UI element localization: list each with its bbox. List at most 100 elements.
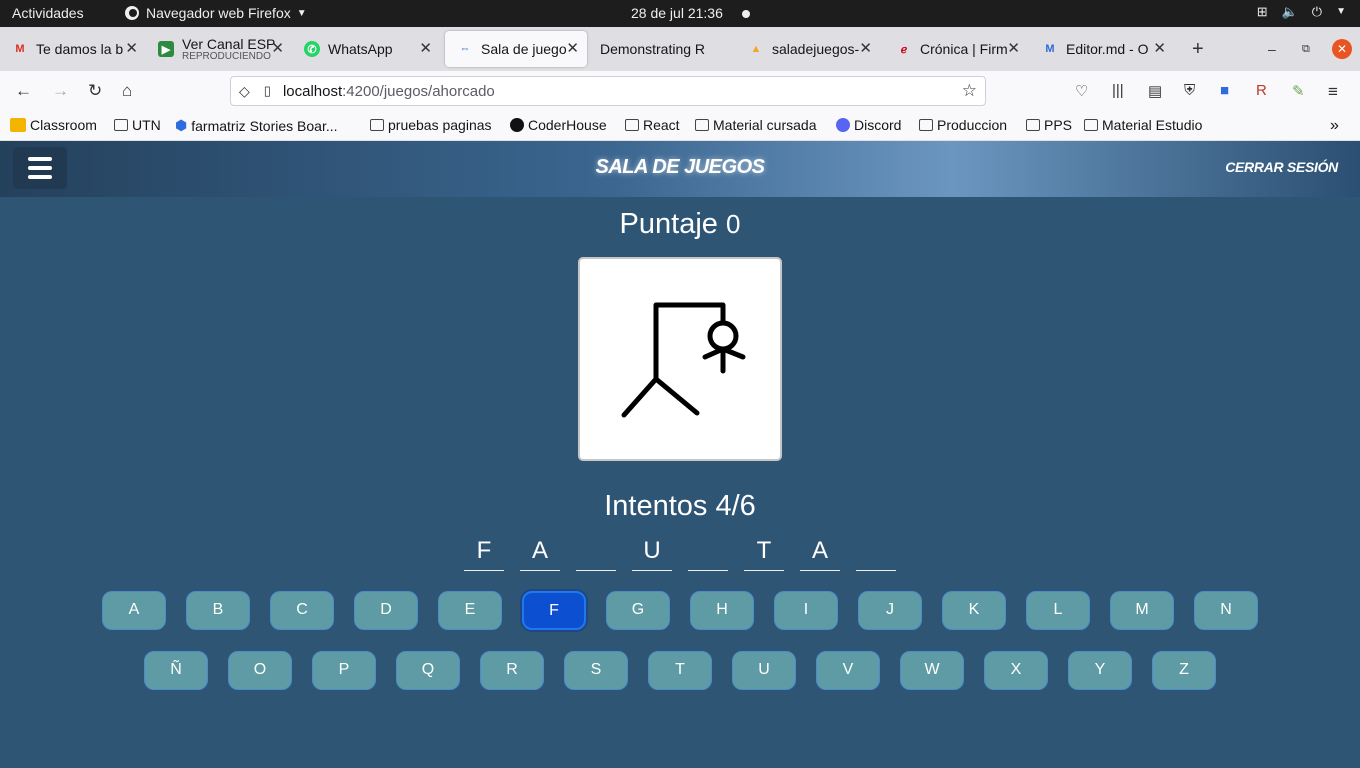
letter-key-button[interactable]: L [1026, 591, 1090, 630]
new-tab-button[interactable]: + [1192, 27, 1204, 71]
editor-icon: M [1045, 43, 1055, 55]
reload-button[interactable]: ↻ [88, 81, 102, 101]
letter-key-button[interactable]: R [480, 651, 544, 690]
letter-key-button[interactable]: O [228, 651, 292, 690]
library-icon[interactable]: ||| [1112, 82, 1124, 99]
logout-button[interactable]: CERRAR SESIÓN [1225, 159, 1338, 175]
home-button[interactable]: ⌂ [122, 81, 132, 101]
sidebar-icon[interactable]: ▤ [1148, 82, 1162, 100]
notification-dot [742, 10, 750, 18]
chevron-down-icon: ▼ [296, 7, 307, 19]
letter-key-button[interactable]: U [732, 651, 796, 690]
tab-sala-de-juegos[interactable]: ⇔ Sala de juego ✕ [445, 31, 587, 67]
letter-key-button[interactable]: C [270, 591, 334, 630]
folder-icon [625, 119, 639, 131]
chevron-right-icon[interactable]: » [1330, 117, 1339, 135]
word-letter: T [744, 535, 784, 571]
forward-button[interactable]: → [52, 81, 69, 101]
letter-key-button[interactable]: A [102, 591, 166, 630]
menu-icon[interactable]: ≡ [1328, 82, 1338, 102]
bookmark-pruebas[interactable]: pruebas paginas [370, 117, 492, 133]
letter-key-button[interactable]: T [648, 651, 712, 690]
close-icon[interactable]: ✕ [125, 39, 138, 57]
letter-key-button[interactable]: E [438, 591, 502, 630]
url-host: localhost [282, 82, 343, 100]
letter-key-button[interactable]: J [858, 591, 922, 630]
bookmark-produccion[interactable]: Produccion [919, 117, 1007, 133]
letter-key-button[interactable]: P [312, 651, 376, 690]
url-path: :4200/juegos/ahorcado [342, 82, 495, 100]
bookmark-classroom[interactable]: Classroom [10, 117, 97, 133]
bookmark-coderhouse[interactable]: CoderHouse [510, 117, 607, 133]
star-icon[interactable]: ☆ [962, 81, 977, 101]
tab-gmail[interactable]: M Te damos la b ✕ [0, 31, 146, 67]
word-letter: U [632, 535, 672, 571]
word-letter [576, 535, 616, 571]
classroom-icon [10, 118, 26, 132]
r-extension-icon[interactable]: R [1256, 82, 1267, 99]
bookmark-farmatriz[interactable]: ⬢ farmatriz Stories Boar... [175, 117, 338, 134]
bookmark-utn[interactable]: UTN [114, 117, 161, 133]
close-icon[interactable]: ✕ [859, 39, 872, 57]
shield-icon: ◇ [239, 82, 250, 99]
letter-key-button[interactable]: Ñ [144, 651, 208, 690]
bookmarks-bar: Classroom UTN ⬢ farmatriz Stories Boar...… [0, 112, 1360, 141]
shield-extension-icon[interactable]: ⛨ [1184, 82, 1195, 99]
letter-key-button[interactable]: G [606, 591, 670, 630]
word-letter [856, 535, 896, 571]
tab-canal[interactable]: ▶ Ver Canal ESP REPRODUCIENDO ✕ [146, 31, 292, 67]
tab-cronica[interactable]: ℯ Crónica | Firm ✕ [884, 31, 1028, 67]
letter-key-button[interactable]: K [942, 591, 1006, 630]
close-icon[interactable]: ✕ [566, 39, 579, 57]
letter-key-button[interactable]: I [774, 591, 838, 630]
folder-icon [114, 119, 128, 131]
game-icon: ⇔ [459, 43, 471, 55]
bookmark-pps[interactable]: PPS [1026, 117, 1072, 133]
word-letter: A [800, 535, 840, 571]
restore-button[interactable]: ⧉ [1302, 27, 1310, 71]
letter-key-button[interactable]: V [816, 651, 880, 690]
app-menu[interactable]: Navegador web Firefox ▼ [124, 5, 307, 21]
discord-icon [836, 118, 850, 132]
back-button[interactable]: ← [15, 81, 32, 101]
close-icon[interactable]: ✕ [1153, 39, 1166, 57]
clock[interactable]: 28 de jul 21:36 [631, 5, 723, 21]
letter-key-button[interactable]: X [984, 651, 1048, 690]
close-icon[interactable]: ✕ [271, 39, 284, 57]
letter-key-button[interactable]: Q [396, 651, 460, 690]
close-icon[interactable]: ✕ [419, 39, 432, 57]
minimize-button[interactable]: – [1268, 27, 1276, 71]
tab-whatsapp[interactable]: ✆ WhatsApp ✕ [292, 31, 440, 67]
letter-key-button[interactable]: M [1110, 591, 1174, 630]
activities-button[interactable]: Actividades [12, 5, 84, 21]
system-tray[interactable]: ⊞ 🔈 ⏻ ▼ [1257, 4, 1346, 20]
tab-editor[interactable]: M Editor.md - O ✕ [1030, 31, 1174, 67]
letter-key-button[interactable]: F [522, 591, 586, 630]
bookmark-discord[interactable]: Discord [836, 117, 901, 133]
letter-key-button[interactable]: N [1194, 591, 1258, 630]
chevron-down-icon: ▼ [1336, 6, 1346, 17]
folder-icon [1084, 119, 1098, 131]
letter-key-button[interactable]: W [900, 651, 964, 690]
word-letter: A [520, 535, 560, 571]
letter-key-button[interactable]: S [564, 651, 628, 690]
letter-key-button[interactable]: D [354, 591, 418, 630]
tab-demonstrating[interactable]: Demonstrating R [588, 31, 734, 67]
letter-key-button[interactable]: H [690, 591, 754, 630]
word-letter: F [464, 535, 504, 571]
play-icon: ▶ [158, 41, 174, 57]
tab-saladejuegos[interactable]: ▲ saladejuegos- ✕ [736, 31, 880, 67]
letter-key-button[interactable]: Y [1068, 651, 1132, 690]
zoom-extension-icon[interactable]: ■ [1220, 82, 1229, 99]
pocket-icon[interactable]: ♡ [1075, 82, 1088, 100]
letter-key-button[interactable]: B [186, 591, 250, 630]
bookmark-material-estudio[interactable]: Material Estudio [1084, 117, 1202, 133]
hangman-drawing [578, 257, 782, 461]
bookmark-material-cursada[interactable]: Material cursada [695, 117, 817, 133]
close-window-button[interactable]: ✕ [1332, 27, 1352, 71]
url-bar[interactable]: ◇ ▯ localhost:4200/juegos/ahorcado ☆ [230, 76, 986, 106]
letter-key-button[interactable]: Z [1152, 651, 1216, 690]
bookmark-react[interactable]: React [625, 117, 680, 133]
close-icon[interactable]: ✕ [1007, 39, 1020, 57]
puzzle-extension-icon[interactable]: ✎ [1292, 82, 1305, 100]
